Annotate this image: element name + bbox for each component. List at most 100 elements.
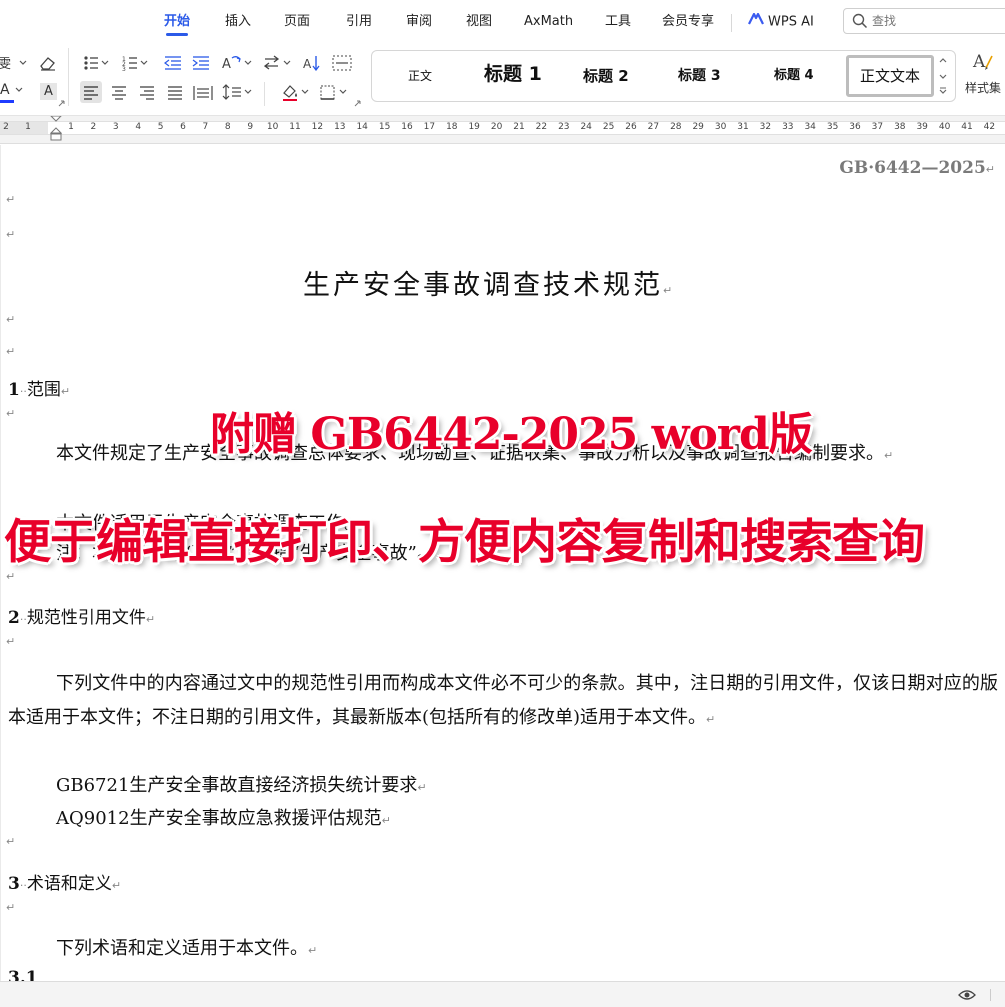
paragraph-mark: ↵: [663, 284, 676, 297]
tab-tools[interactable]: 工具: [605, 12, 631, 34]
tab-home[interactable]: 开始: [164, 12, 190, 36]
section-heading-3: 3··术语和定义↵: [8, 874, 122, 894]
paragraph-mark: ↵: [6, 901, 16, 914]
ruler-number: 42: [983, 122, 996, 132]
search-box[interactable]: [843, 8, 1005, 34]
phonetic-guide-button[interactable]: 雯: [0, 56, 30, 70]
ruler-number: 37: [871, 122, 884, 132]
reference-item: AQ9012生产安全事故应急救援评估规范↵: [56, 808, 391, 829]
ruler-number: 38: [894, 122, 906, 132]
style-normal[interactable]: 正文: [408, 65, 432, 87]
ribbon-divider: [264, 82, 265, 106]
eye-icon[interactable]: [958, 987, 976, 1006]
ruler-number: 27: [647, 122, 660, 132]
paragraph-mark: ↵: [6, 635, 16, 648]
ruler-number: 24: [580, 122, 592, 132]
bullet-list-icon[interactable]: [83, 55, 113, 71]
borders-icon[interactable]: [318, 81, 350, 103]
ruler-number: 28: [670, 122, 682, 132]
ruler-number: 7: [202, 122, 209, 132]
search-icon: [852, 13, 868, 33]
indent-marker-icon[interactable]: [49, 115, 63, 148]
ruler-number: 20: [490, 122, 503, 132]
ruler-number: 15: [378, 122, 391, 132]
paragraph-text: 下列文件中的内容通过文中的规范性引用而构成本文件必不可少的条款。其中，注日期的引…: [8, 673, 998, 728]
tab-view[interactable]: 视图: [466, 12, 492, 34]
font-color-swatch: [0, 100, 14, 103]
section-number: 2: [8, 608, 20, 628]
style-heading-3[interactable]: 标题 3: [678, 65, 721, 87]
increase-indent-icon[interactable]: [192, 55, 210, 71]
ruler-number: 1: [25, 122, 31, 132]
ruler-number: 1: [68, 122, 74, 132]
align-right-icon[interactable]: [136, 81, 158, 103]
tab-insert[interactable]: 插入: [225, 12, 251, 34]
line-break-options-icon[interactable]: [264, 55, 296, 71]
tab-axmath[interactable]: AxMath: [524, 12, 573, 34]
shading-icon[interactable]: [280, 81, 312, 103]
ruler-number: 30: [714, 122, 727, 132]
ruler-number: 41: [961, 122, 973, 132]
style-set-label: 样式集: [964, 81, 1001, 95]
show-hide-marks-icon[interactable]: [332, 55, 352, 71]
eraser-icon[interactable]: [38, 55, 58, 71]
body-line: 下列术语和定义适用于本文件。↵: [56, 938, 318, 959]
search-input[interactable]: [872, 12, 992, 30]
menu-bar: 开始 插入 页面 引用 审阅 视图 AxMath 工具 会员专享 WPS AI: [0, 0, 1005, 42]
char-shading-button[interactable]: A: [40, 83, 57, 100]
section-heading-2: 2··规范性引用文件↵: [8, 608, 156, 628]
font-dialog-launcher-icon[interactable]: [58, 100, 65, 107]
ruler-number: 23: [558, 122, 570, 132]
ruler-number: 40: [938, 122, 951, 132]
line-spacing-icon[interactable]: [222, 81, 254, 103]
style-heading-2[interactable]: 标题 2: [583, 65, 629, 87]
style-set-icon: A: [972, 50, 994, 75]
ribbon-toolbar: 雯 A A 123 A A 正文 标题 1 标题 2 标题 3 标题 4 正文文…: [0, 42, 1005, 116]
horizontal-ruler[interactable]: 2 1 1 2 3 4 5 6 7 8 9 10 11 12 13 14 15 16 17 18 19 20 21 22 23 2…: [0, 115, 1005, 144]
distributed-align-icon[interactable]: [192, 81, 214, 103]
paragraph-mark: ↵: [6, 407, 16, 420]
promo-banner-line-2: 便于编辑直接打印、方便内容复制和搜索查询: [4, 515, 925, 570]
justify-icon[interactable]: [164, 81, 186, 103]
ruler-number: 34: [804, 122, 816, 132]
ruler-number: 31: [737, 122, 749, 132]
tab-page[interactable]: 页面: [284, 12, 310, 34]
style-heading-1[interactable]: 标题 1: [484, 63, 542, 85]
wps-ai-icon: [748, 12, 764, 32]
tab-review[interactable]: 审阅: [406, 12, 432, 34]
style-body-text[interactable]: 正文文本: [846, 55, 934, 97]
menu-divider: [731, 14, 732, 32]
style-heading-4[interactable]: 标题 4: [774, 65, 814, 87]
reference-text: GB6721生产安全事故直接经济损失统计要求: [56, 775, 418, 796]
paragraph-dialog-launcher-icon[interactable]: [354, 100, 361, 107]
paragraph-mark: ↵: [6, 228, 16, 241]
gallery-scroll[interactable]: [937, 55, 949, 97]
align-left-button[interactable]: [80, 81, 102, 103]
font-color-label: A: [0, 82, 10, 98]
svg-text:A: A: [972, 52, 986, 72]
numbered-list-icon[interactable]: 123: [122, 55, 152, 71]
style-set-button[interactable]: A 样式集: [962, 50, 1004, 96]
text-direction-icon[interactable]: A: [222, 55, 254, 71]
section-title: 规范性引用文件: [26, 608, 146, 628]
align-center-icon[interactable]: [108, 81, 130, 103]
decrease-indent-icon[interactable]: [164, 55, 182, 71]
wps-ai-label: WPS AI: [768, 14, 814, 30]
svg-text:A: A: [303, 57, 312, 71]
ruler-number: 3: [112, 122, 119, 132]
font-color-dropdown-icon[interactable]: [14, 86, 24, 94]
ruler-number: 11: [289, 122, 301, 132]
ruler-number: 2: [3, 122, 9, 132]
tab-member[interactable]: 会员专享: [662, 12, 714, 34]
ruler-number: 6: [180, 122, 186, 132]
page-edge: [0, 145, 1, 981]
sort-icon[interactable]: A: [303, 55, 323, 71]
ruler-number: 26: [625, 122, 637, 132]
wps-ai-button[interactable]: WPS AI: [748, 12, 814, 34]
paragraph-mark: ↵: [985, 163, 995, 176]
paragraph-mark: ↵: [6, 835, 16, 848]
tab-references[interactable]: 引用: [346, 12, 372, 34]
ruler-number: 32: [759, 122, 772, 132]
standard-code: GB·6442—2025: [839, 158, 986, 178]
font-color-button[interactable]: A: [0, 82, 14, 103]
